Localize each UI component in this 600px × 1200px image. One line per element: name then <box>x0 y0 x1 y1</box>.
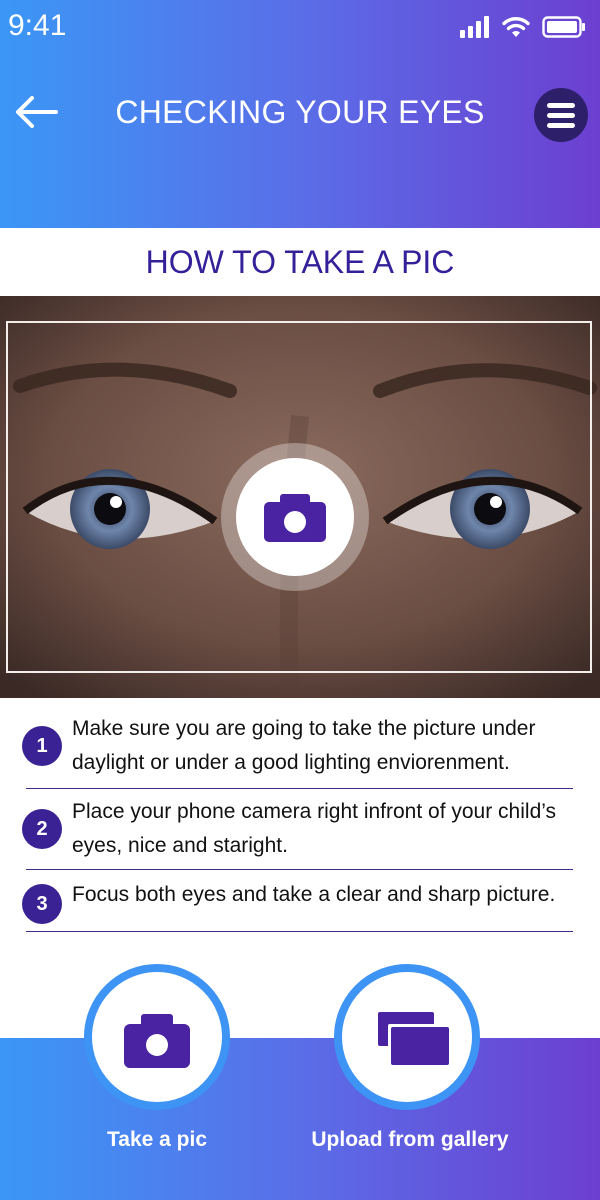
status-bar: 9:41 <box>0 0 600 56</box>
menu-icon-bar <box>547 113 575 118</box>
eye-photo-preview <box>0 296 600 698</box>
take-pic-button[interactable] <box>84 964 230 1110</box>
camera-capture-button[interactable] <box>236 458 354 576</box>
battery-icon <box>542 16 585 38</box>
status-time: 9:41 <box>8 9 67 42</box>
step-text: Focus both eyes and take a clear and sha… <box>72 883 556 906</box>
camera-icon <box>124 1014 190 1068</box>
upload-gallery-button[interactable] <box>334 964 480 1110</box>
take-pic-label[interactable]: Take a pic <box>57 1128 257 1152</box>
list-item: 1 Make sure you are going to take the pi… <box>22 712 573 789</box>
signal-icon <box>460 16 489 38</box>
upload-gallery-label[interactable]: Upload from gallery <box>300 1128 520 1152</box>
step-number-badge: 3 <box>22 884 62 924</box>
section-heading: HOW TO TAKE A PIC <box>0 228 600 296</box>
wifi-icon <box>502 17 530 37</box>
step-number-badge: 2 <box>22 809 62 849</box>
step-text: Make sure you are going to take the pict… <box>72 717 536 774</box>
camera-icon <box>264 494 326 542</box>
menu-button[interactable] <box>534 88 588 142</box>
page-title: CHECKING YOUR EYES <box>115 94 485 130</box>
list-item: 2 Place your phone camera right infront … <box>22 795 573 870</box>
app-header: 9:41 CHECKING YOUR EYES <box>0 0 600 228</box>
menu-icon-bar <box>547 123 575 128</box>
back-arrow-icon <box>16 96 58 128</box>
list-item: 3 Focus both eyes and take a clear and s… <box>22 878 573 932</box>
status-icons <box>460 16 586 38</box>
step-number-badge: 1 <box>22 726 62 766</box>
gallery-icon <box>378 1012 450 1065</box>
back-button[interactable] <box>12 90 60 134</box>
menu-icon <box>547 103 575 108</box>
step-text: Place your phone camera right infront of… <box>72 800 557 857</box>
